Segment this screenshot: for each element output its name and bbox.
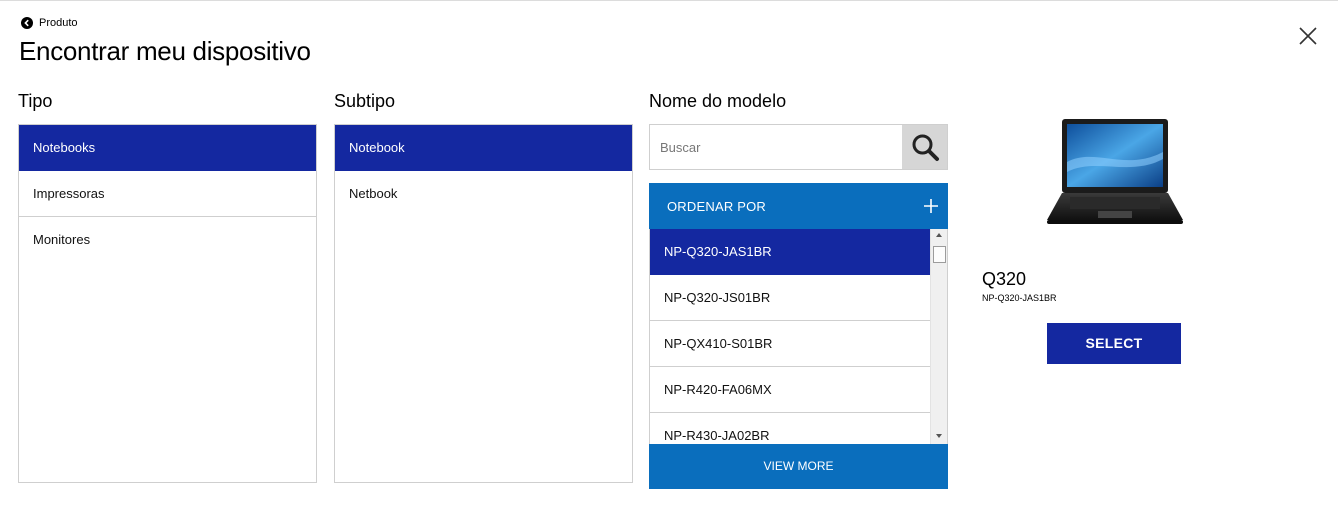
top-divider (0, 0, 1338, 1)
model-list-scrollbar[interactable] (930, 229, 947, 444)
view-more-button[interactable]: VIEW MORE (649, 444, 948, 489)
scroll-down-arrow-icon[interactable] (936, 434, 942, 438)
page-title: Encontrar meu dispositivo (19, 36, 311, 66)
subtipo-column-title: Subtipo (334, 91, 396, 111)
tipo-column-title: Tipo (18, 91, 53, 111)
scroll-up-arrow-icon[interactable] (936, 233, 942, 237)
plus-icon (924, 199, 938, 213)
product-code: NP-Q320-JAS1BR (982, 293, 1057, 303)
tipo-list: Notebooks Impressoras Monitores (18, 124, 317, 483)
back-circle-icon (21, 17, 33, 29)
back-label: Produto (39, 17, 78, 29)
back-link[interactable]: Produto (21, 17, 78, 29)
laptop-product-image (1047, 119, 1183, 224)
model-item[interactable]: NP-Q320-JS01BR (650, 275, 931, 321)
tipo-item-impressoras[interactable]: Impressoras (19, 171, 316, 217)
subtipo-list: Notebook Netbook (334, 124, 633, 483)
search-button[interactable] (902, 125, 947, 169)
search-icon (912, 134, 939, 161)
subtipo-item-notebook[interactable]: Notebook (335, 125, 632, 171)
select-button[interactable]: SELECT (1047, 323, 1181, 364)
product-name: Q320 (982, 269, 1027, 289)
subtipo-item-netbook[interactable]: Netbook (335, 171, 632, 217)
close-icon[interactable] (1298, 26, 1318, 46)
sort-by-label: ORDENAR POR (667, 198, 766, 214)
model-list: NP-Q320-JAS1BR NP-Q320-JS01BR NP-QX410-S… (649, 229, 948, 444)
model-item[interactable]: NP-R430-JA02BR (650, 413, 931, 444)
model-search (649, 124, 948, 170)
tipo-item-notebooks[interactable]: Notebooks (19, 125, 316, 171)
model-item[interactable]: NP-R420-FA06MX (650, 367, 931, 413)
modelo-column-title: Nome do modelo (649, 91, 787, 111)
model-search-input[interactable] (650, 125, 902, 169)
sort-by-bar[interactable]: ORDENAR POR (649, 183, 948, 229)
model-item[interactable]: NP-QX410-S01BR (650, 321, 931, 367)
scroll-thumb[interactable] (933, 246, 946, 263)
model-item[interactable]: NP-Q320-JAS1BR (650, 229, 931, 275)
tipo-item-monitores[interactable]: Monitores (19, 217, 316, 263)
